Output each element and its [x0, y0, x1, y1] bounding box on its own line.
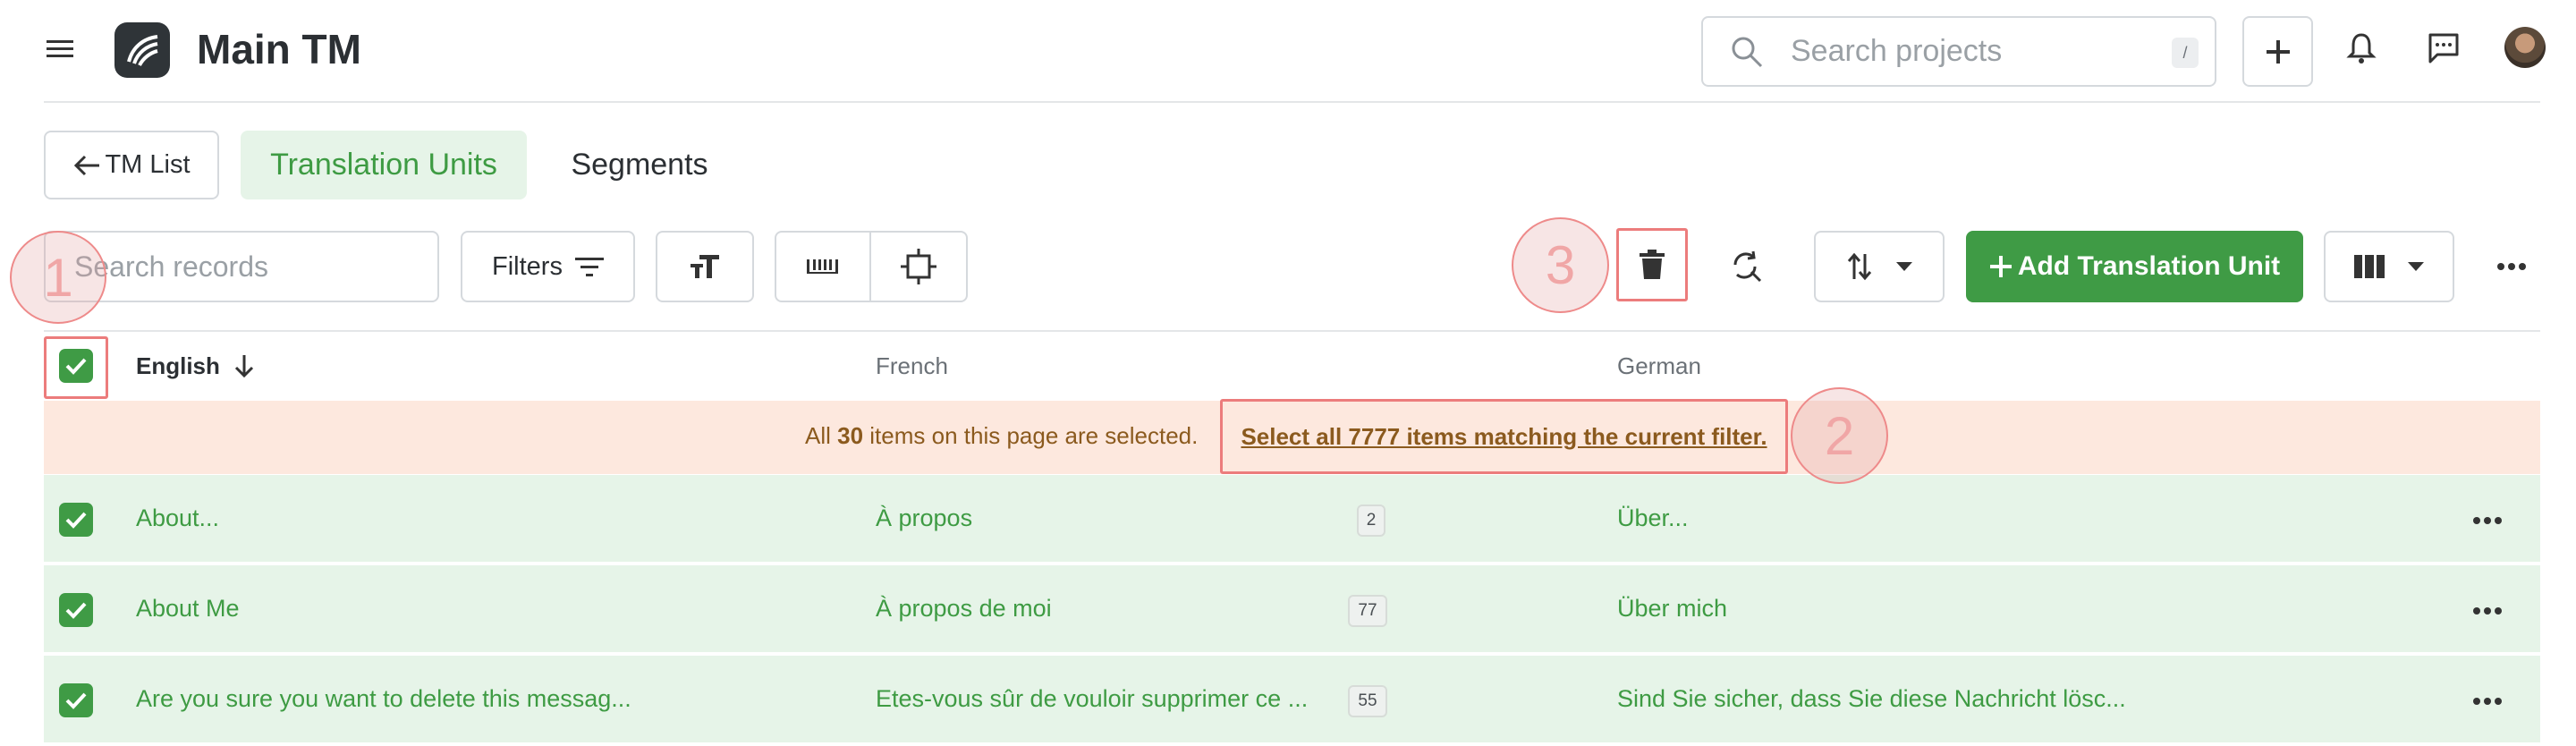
column-header-label: English [136, 352, 220, 379]
tab-label: Segments [571, 148, 708, 182]
cell-german[interactable]: Über... [1617, 475, 2297, 562]
tab-segments[interactable]: Segments [550, 131, 729, 199]
select-all-link-text: Select all 7777 items matching the curre… [1241, 422, 1767, 450]
bell-icon[interactable] [2343, 30, 2379, 66]
crop-icon [901, 249, 936, 284]
find-replace-icon[interactable] [1728, 249, 1764, 284]
filters-button[interactable]: Filters [461, 231, 635, 302]
row-checkbox[interactable] [59, 683, 93, 717]
filter-icon [574, 258, 604, 276]
column-header-french[interactable]: French [876, 352, 948, 380]
count-badge: 77 [1348, 595, 1387, 627]
annotation-marker-2: 2 [1791, 387, 1888, 484]
table-top-divider [44, 330, 2540, 332]
caret-down-icon [1896, 262, 1912, 271]
arrow-down-icon [234, 355, 253, 378]
select-all-matching-link[interactable]: Select all 7777 items matching the curre… [1220, 399, 1788, 474]
search-shortcut-badge: / [2172, 38, 2199, 68]
text-size-icon [691, 255, 719, 278]
column-header-english[interactable]: English [136, 345, 256, 386]
arrow-left-icon [74, 155, 100, 175]
filters-label: Filters [492, 251, 563, 281]
columns-button[interactable] [2324, 231, 2454, 302]
density-icon [807, 259, 838, 274]
column-header-german[interactable]: German [1617, 352, 1701, 380]
search-icon [1730, 35, 1764, 69]
check-icon [65, 512, 87, 529]
plus-icon [2266, 39, 2290, 64]
count-badge: 2 [1357, 504, 1385, 537]
caret-down-icon [2408, 262, 2424, 271]
compact-rows-button[interactable] [776, 233, 871, 301]
search-projects-input[interactable]: Search projects / [1701, 16, 2216, 87]
add-button-label: Add Translation Unit [2017, 251, 2281, 281]
selection-banner-text: All 30 items on this page are selected. [805, 422, 1199, 449]
annotation-marker-3: 3 [1512, 217, 1609, 313]
plus-icon [1989, 256, 2012, 277]
back-button-label: TM List [105, 150, 191, 179]
tab-label: Translation Units [270, 148, 497, 182]
table-row[interactable]: Are you sure you want to delete this mes… [44, 656, 2540, 744]
view-toggle-group [775, 231, 968, 302]
tab-translation-units[interactable]: Translation Units [241, 131, 527, 199]
check-icon [65, 602, 87, 619]
row-more-icon[interactable] [2471, 510, 2504, 531]
search-projects-placeholder: Search projects [1791, 34, 2003, 68]
cell-english[interactable]: About... [136, 475, 816, 562]
trash-icon [1640, 250, 1665, 279]
cell-german[interactable]: Sind Sie sicher, dass Sie diese Nachrich… [1617, 656, 2297, 742]
menu-icon[interactable] [45, 36, 77, 63]
app-title: Main TM [197, 26, 361, 72]
cell-english[interactable]: Are you sure you want to delete this mes… [136, 656, 816, 742]
count-badge: 55 [1348, 685, 1387, 717]
cell-german[interactable]: Über mich [1617, 565, 2297, 652]
sort-button[interactable] [1814, 231, 1945, 302]
header-divider [44, 101, 2540, 103]
table-row[interactable]: About Me À propos de moi 77 Über mich [44, 565, 2540, 654]
cell-french[interactable]: À propos [876, 475, 1359, 562]
delete-button[interactable] [1616, 228, 1688, 301]
row-more-icon[interactable] [2471, 600, 2504, 622]
row-checkbox[interactable] [59, 593, 93, 627]
cell-english[interactable]: About Me [136, 565, 816, 652]
back-to-tm-list-button[interactable]: TM List [44, 131, 219, 199]
selected-count: 30 [837, 422, 864, 449]
sort-icon [1847, 252, 1872, 281]
app-logo [114, 22, 170, 78]
more-options-icon[interactable] [2496, 256, 2528, 277]
check-icon [65, 358, 87, 375]
cell-french[interactable]: Etes-vous sûr de vouloir supprimer ce ..… [876, 656, 1359, 742]
select-all-checkbox[interactable] [59, 349, 93, 383]
messages-icon[interactable] [2426, 30, 2462, 66]
avatar[interactable] [2504, 27, 2546, 68]
row-checkbox[interactable] [59, 503, 93, 537]
fit-to-screen-button[interactable] [871, 233, 966, 301]
table-row[interactable]: About... À propos 2 Über... [44, 475, 2540, 564]
create-button[interactable] [2242, 16, 2313, 87]
text-size-button[interactable] [656, 231, 754, 302]
add-translation-unit-button[interactable]: Add Translation Unit [1966, 231, 2303, 302]
annotation-marker-1: 1 [10, 231, 106, 324]
columns-icon [2354, 255, 2385, 278]
row-more-icon[interactable] [2471, 691, 2504, 712]
check-icon [65, 692, 87, 709]
cell-french[interactable]: À propos de moi [876, 565, 1359, 652]
